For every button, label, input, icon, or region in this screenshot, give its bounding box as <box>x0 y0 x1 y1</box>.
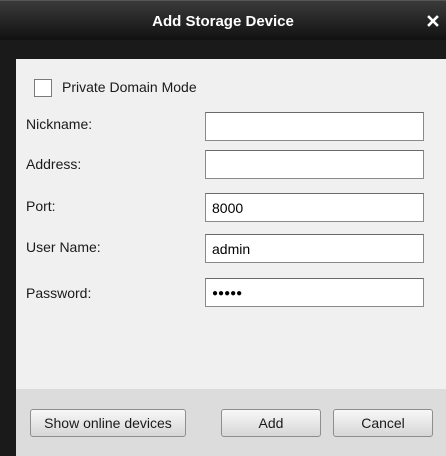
button-bar: Show online devices Add Cancel <box>16 389 446 456</box>
dialog-title: Add Storage Device <box>152 13 294 30</box>
address-label: Address: <box>26 156 82 172</box>
username-label: User Name: <box>26 239 101 255</box>
username-field[interactable] <box>205 234 424 263</box>
close-icon <box>427 15 439 27</box>
private-domain-checkbox[interactable] <box>34 79 52 97</box>
add-button[interactable]: Add <box>221 409 321 437</box>
dialog-titlebar: Add Storage Device <box>0 0 446 40</box>
cancel-button[interactable]: Cancel <box>333 409 433 437</box>
password-label: Password: <box>26 285 92 301</box>
port-field[interactable] <box>205 193 424 222</box>
show-online-devices-button[interactable]: Show online devices <box>30 409 186 437</box>
port-label: Port: <box>26 198 56 214</box>
password-field[interactable]: ●●●●● <box>205 278 424 307</box>
close-button[interactable] <box>426 14 440 28</box>
address-field[interactable] <box>205 150 424 179</box>
nickname-label: Nickname: <box>26 116 93 132</box>
add-storage-device-dialog: Add Storage Device Private Domain Mode N… <box>0 0 446 456</box>
password-masked-value: ●●●●● <box>212 288 243 299</box>
private-domain-label: Private Domain Mode <box>62 79 197 95</box>
nickname-field[interactable] <box>205 112 424 141</box>
dialog-body: Private Domain Mode Nickname: Address: P… <box>16 59 446 456</box>
